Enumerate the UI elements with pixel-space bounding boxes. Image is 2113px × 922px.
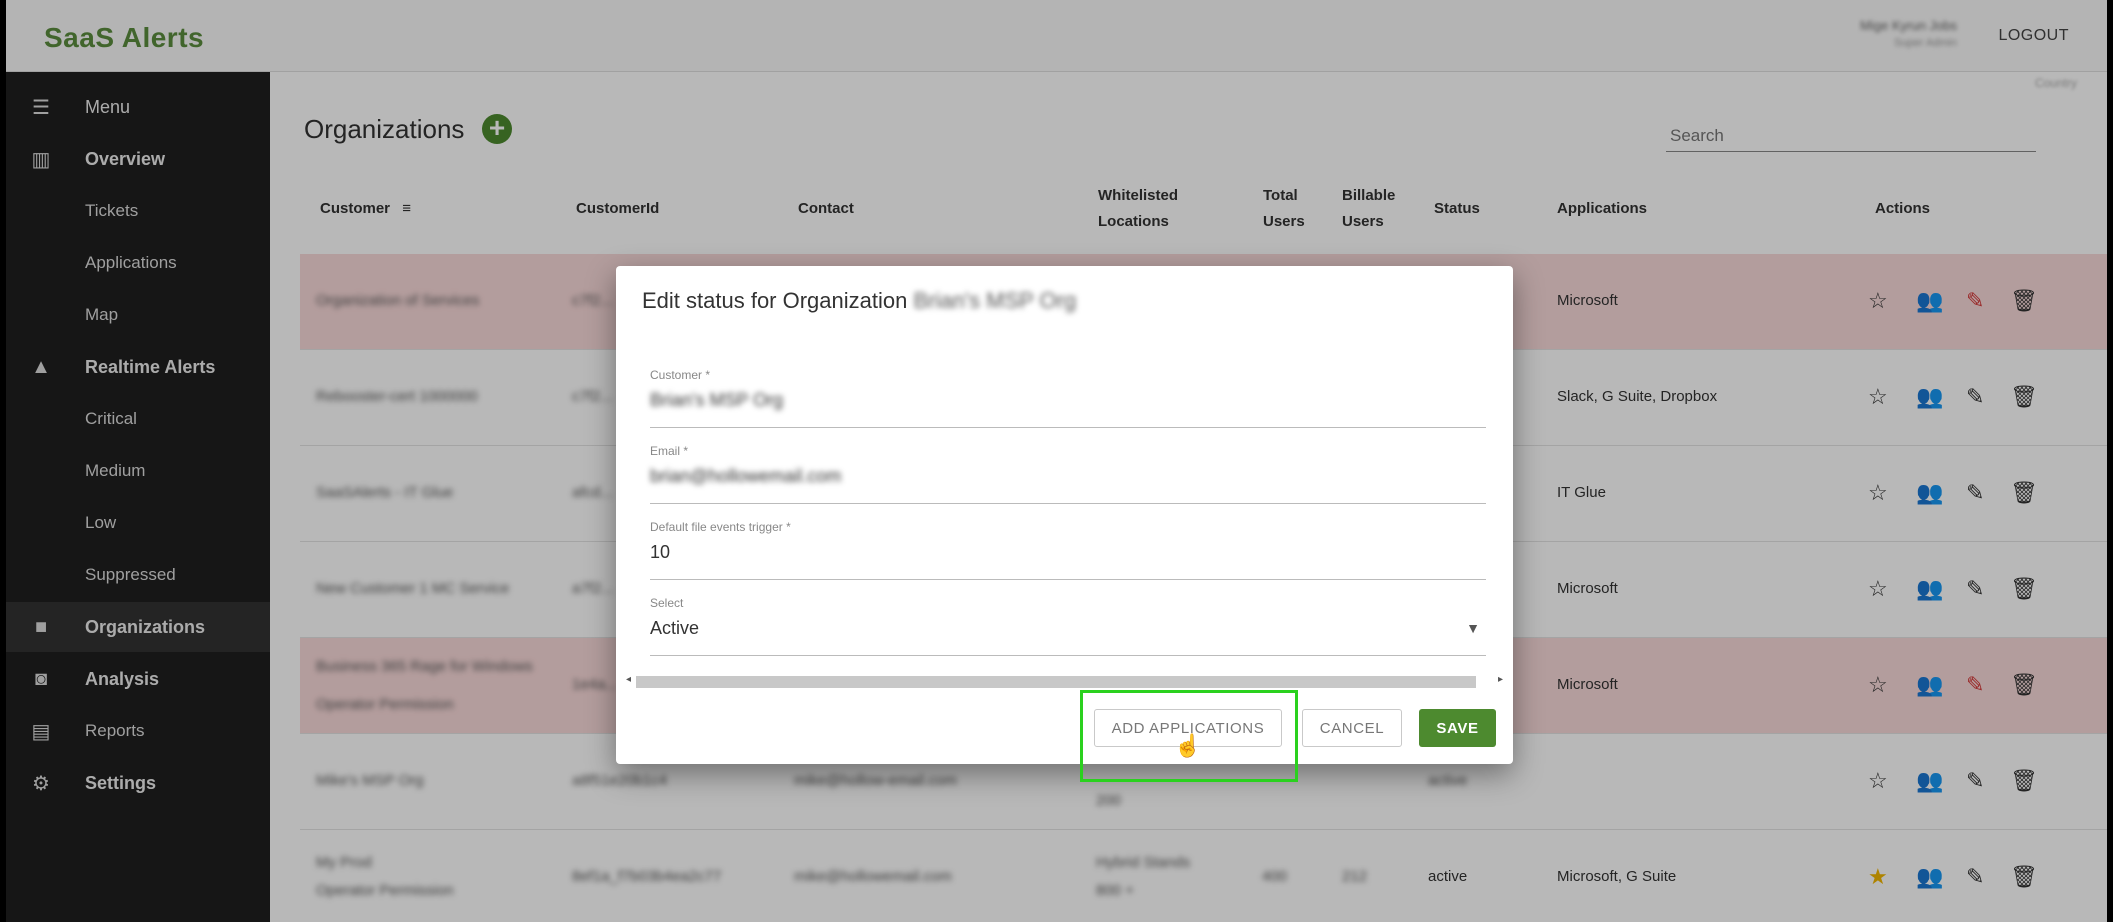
- scrollbar-thumb[interactable]: [636, 676, 1476, 688]
- file-events-trigger-field[interactable]: Default file events trigger * 10: [650, 520, 1486, 580]
- edit-status-dialog: Edit status for Organization Brian's MSP…: [616, 266, 1513, 764]
- cancel-button[interactable]: CANCEL: [1302, 709, 1402, 747]
- scroll-right-icon[interactable]: ▸: [1498, 674, 1503, 685]
- save-button[interactable]: SAVE: [1419, 709, 1496, 747]
- dialog-title: Edit status for Organization Brian's MSP…: [642, 288, 1077, 313]
- hand-cursor-icon: ☝: [1174, 733, 1202, 758]
- customer-field[interactable]: Customer * Brian's MSP Org: [650, 368, 1486, 428]
- app-window: SaaS Alerts Mige Kyrun Jobs Super Admin …: [6, 0, 2107, 922]
- status-select[interactable]: Select Active ▼: [650, 596, 1486, 656]
- dropdown-arrow-icon: ▼: [1466, 620, 1480, 636]
- email-field[interactable]: Email * brian@hollowemail.com: [650, 444, 1486, 504]
- scroll-left-icon[interactable]: ◂: [626, 674, 631, 685]
- org-name: Brian's MSP Org: [913, 288, 1077, 313]
- horizontal-scrollbar[interactable]: ◂ ▸: [626, 674, 1503, 688]
